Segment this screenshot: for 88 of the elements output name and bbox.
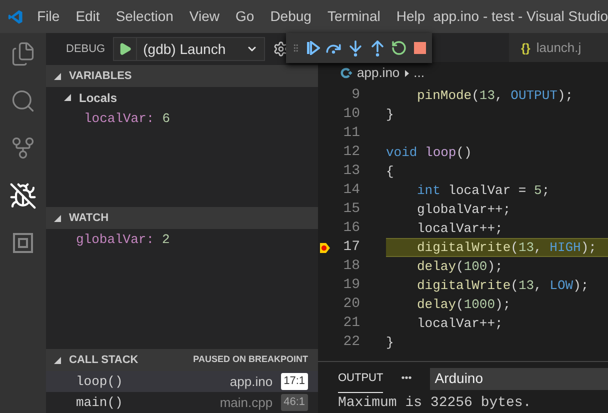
line-number: 17 [342, 238, 360, 257]
code-line: digitalWrite(13, LOW); [416, 276, 590, 295]
line-number: 11 [342, 124, 360, 143]
breadcrumb-more[interactable]: ... [414, 63, 424, 83]
tab-label: launch.j [536, 38, 582, 57]
extensions-icon[interactable] [11, 231, 35, 255]
file-name: app.ino [230, 372, 273, 391]
code-line: localVar++; [416, 314, 504, 333]
watch-name: globalVar: [76, 230, 154, 249]
collapse-caret-icon[interactable] [54, 72, 61, 80]
search-icon[interactable] [10, 88, 36, 114]
bug-icon[interactable] [9, 182, 37, 210]
line-number: 21 [342, 314, 360, 333]
line-number: 18 [342, 257, 360, 276]
code-line: { [386, 162, 395, 181]
line-number: 13 [342, 162, 360, 181]
line-number: 12 [342, 143, 360, 162]
code-line: void loop() [386, 144, 473, 162]
line-number: 9 [350, 86, 360, 105]
menu-item[interactable]: Debug [262, 6, 320, 27]
output-text: Maximum is 32256 bytes. [337, 395, 532, 411]
code-line: delay(100); [416, 258, 504, 276]
line-number: 14 [342, 181, 360, 200]
menu-item[interactable]: View [181, 6, 228, 27]
menu-item[interactable]: Help [388, 6, 434, 27]
fork-icon[interactable] [10, 135, 36, 161]
function-name: loop() [76, 372, 123, 391]
panel-tab[interactable]: OUTPUT [338, 364, 384, 394]
breadcrumb-chevron-icon [404, 70, 409, 76]
watch-value: 2 [162, 230, 170, 249]
code-line: localVar++; [416, 220, 504, 238]
continue-icon[interactable] [306, 41, 320, 55]
window-title: app.ino - test - Visual Studio [433, 7, 608, 26]
line-number: 15 [342, 200, 360, 219]
section-header[interactable]: VARIABLES [46, 65, 318, 87]
section-header[interactable]: CALL STACK PAUSED ON BREAKPOINT [46, 349, 318, 371]
position-badge: 46:1 [280, 394, 308, 411]
grip-icon[interactable] [291, 42, 301, 54]
position-badge: 17:1 [280, 373, 308, 390]
line-number: 20 [342, 295, 360, 314]
section-header[interactable]: WATCH [46, 207, 318, 229]
stack-frame-row[interactable]: loop() app.ino 17:1 [46, 371, 318, 392]
variable-value: 6 [162, 110, 170, 128]
menu-item[interactable]: Selection [108, 6, 182, 27]
step-out-icon[interactable] [369, 40, 386, 56]
section-title: VARIABLES [69, 68, 132, 84]
code-line: int localVar = 5; [416, 182, 551, 200]
code-line: } [386, 334, 395, 352]
menu-item[interactable]: Go [228, 6, 262, 27]
menu-item[interactable]: Terminal [319, 6, 388, 27]
more-actions[interactable]: ••• [401, 371, 412, 386]
section-title: CALL STACK [69, 352, 138, 368]
code-line: } [386, 106, 395, 124]
code-line: delay(1000); [416, 296, 512, 314]
line-number: 10 [342, 105, 360, 124]
file-type-icon [340, 67, 352, 79]
logo-icon [8, 8, 24, 26]
menu-item[interactable]: File [29, 6, 68, 27]
expand-caret-icon[interactable] [64, 94, 71, 101]
json-icon: {} [521, 38, 530, 56]
function-name: main() [76, 394, 123, 412]
file-name: main.cpp [220, 394, 273, 412]
line-number: 22 [342, 333, 360, 352]
breakpoint-icon[interactable] [320, 242, 330, 252]
collapse-caret-icon[interactable] [54, 356, 61, 364]
stack-frame-row[interactable]: main() main.cpp 46:1 [46, 392, 318, 413]
editor-tab[interactable]: {} launch.j [508, 33, 608, 62]
code-line: pinMode(13, OUTPUT); [416, 86, 574, 105]
step-into-icon[interactable] [347, 40, 364, 56]
line-number: 16 [342, 219, 360, 238]
collapse-caret-icon[interactable] [54, 214, 61, 222]
stop-icon[interactable] [414, 42, 426, 54]
line-number: 19 [342, 276, 360, 295]
debug-label: DEBUG [66, 42, 106, 57]
start-icon[interactable] [118, 42, 132, 56]
launch-config-dropdown[interactable]: (gdb) Launch [113, 37, 265, 61]
files-icon[interactable] [10, 41, 36, 67]
settings-icon[interactable] [272, 41, 289, 57]
output-channel-dropdown[interactable]: Arduino [430, 368, 608, 390]
menu-item[interactable]: Edit [68, 6, 108, 27]
section-title: WATCH [69, 210, 109, 226]
config-name: (gdb) Launch [142, 40, 227, 59]
call-stack-status: PAUSED ON BREAKPOINT [193, 353, 308, 366]
code-line: globalVar++; [416, 200, 512, 219]
restart-icon[interactable] [391, 40, 408, 56]
variable-name: localVar: [84, 110, 154, 128]
breadcrumb-file[interactable]: app.ino [357, 63, 400, 83]
scope-name: Locals [79, 90, 118, 106]
